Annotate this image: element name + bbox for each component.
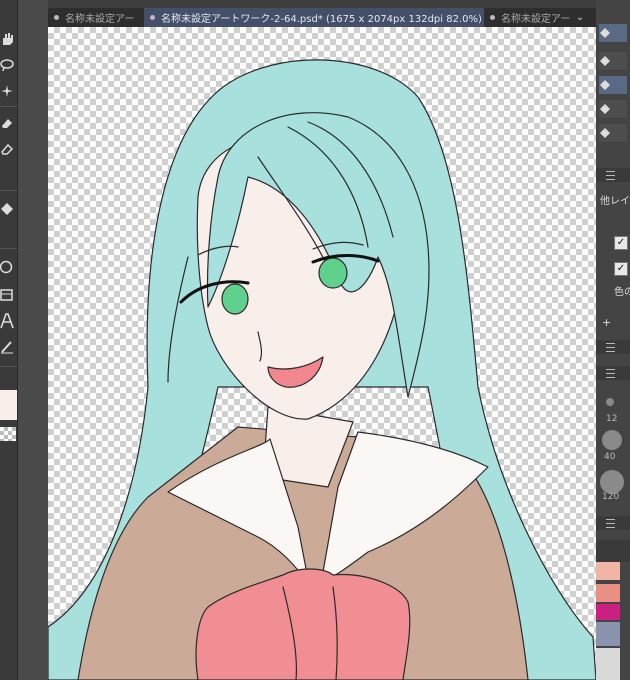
tool-palette (0, 0, 18, 680)
tab-label: 名称未設定アー (65, 14, 135, 25)
menu-icon (606, 368, 615, 378)
panel-header[interactable] (596, 340, 630, 354)
fill-icon (600, 56, 610, 66)
drawing-canvas[interactable] (48, 27, 596, 680)
text-icon[interactable] (0, 312, 17, 330)
add-icon[interactable]: + (602, 316, 611, 329)
palette-swatch-5[interactable] (596, 648, 620, 680)
palette-swatch-1[interactable] (596, 562, 620, 580)
tab-dot-icon (54, 15, 59, 20)
brush-size-label: 12 (606, 414, 618, 424)
magic-wand-icon[interactable] (0, 82, 17, 100)
fill-icon (600, 128, 610, 138)
menu-icon (606, 518, 615, 528)
panel-header[interactable] (596, 168, 630, 182)
layer-mode-button-4[interactable] (599, 100, 627, 118)
brush-size-dot-40[interactable] (602, 430, 622, 450)
tab-dot-icon (150, 15, 155, 20)
panel-header[interactable] (596, 516, 630, 530)
artwork-illustration (48, 59, 596, 680)
fill-icon (600, 104, 610, 114)
chevron-down-icon: ⌄ (575, 12, 585, 23)
fill-icon[interactable] (0, 200, 17, 218)
top-strip (48, 0, 596, 8)
ellipse-icon[interactable] (0, 258, 17, 276)
brush-size-dot-12[interactable] (606, 398, 614, 406)
right-eye (318, 257, 348, 289)
tab-overflow-button[interactable]: ⌄ (570, 8, 590, 27)
eraser-soft-icon[interactable] (0, 140, 17, 158)
fill-icon (600, 80, 610, 90)
palette-swatch-2[interactable] (596, 584, 620, 602)
layer-mode-button-1[interactable] (599, 24, 627, 42)
option-checkbox-2[interactable]: ✓ (614, 262, 628, 276)
main-color-swatch[interactable] (0, 390, 17, 420)
eraser-icon[interactable] (0, 114, 17, 132)
transparent-color-swatch[interactable] (0, 427, 16, 441)
panel-header[interactable] (596, 366, 630, 380)
brush-size-label: 120 (602, 492, 620, 502)
layer-mode-button-3[interactable] (599, 76, 627, 94)
palette-swatch-4[interactable] (596, 622, 620, 646)
panel-gap (18, 0, 48, 680)
tab-artwork-3[interactable]: 名称未設定アー (484, 8, 570, 27)
frame-icon[interactable] (0, 286, 17, 304)
color-option-label: 色の (614, 287, 630, 298)
tab-label: 名称未設定アー (501, 14, 571, 25)
layer-option-label: 他レイ (600, 196, 630, 207)
right-panel: 他レイ ✓ ✓ 色の + 12 40 120 (596, 0, 630, 680)
lasso-icon[interactable] (0, 56, 17, 74)
tab-artwork-active[interactable]: 名称未設定アートワーク-2-64.psd* (1675 x 2074px 132… (144, 8, 484, 27)
brush-size-label: 40 (604, 452, 616, 462)
tab-artwork-1[interactable]: 名称未設定アー (48, 8, 144, 27)
layer-mode-button-2[interactable] (599, 52, 627, 70)
brush-size-dot-120[interactable] (600, 470, 624, 494)
menu-icon (606, 342, 615, 352)
left-eye (221, 283, 249, 315)
menu-icon (606, 170, 615, 180)
pen-icon[interactable] (0, 338, 17, 356)
palette-swatch-3[interactable] (596, 604, 620, 620)
tab-dot-icon (490, 15, 495, 20)
option-checkbox-1[interactable]: ✓ (614, 236, 628, 250)
fill-icon (600, 28, 610, 38)
layer-mode-button-5[interactable] (599, 124, 627, 142)
tab-label: 名称未設定アートワーク-2-64.psd* (1675 x 2074px 132… (161, 14, 482, 25)
hand-icon[interactable] (0, 30, 17, 48)
document-tab-bar: 名称未設定アー 名称未設定アートワーク-2-64.psd* (1675 x 20… (48, 8, 596, 27)
